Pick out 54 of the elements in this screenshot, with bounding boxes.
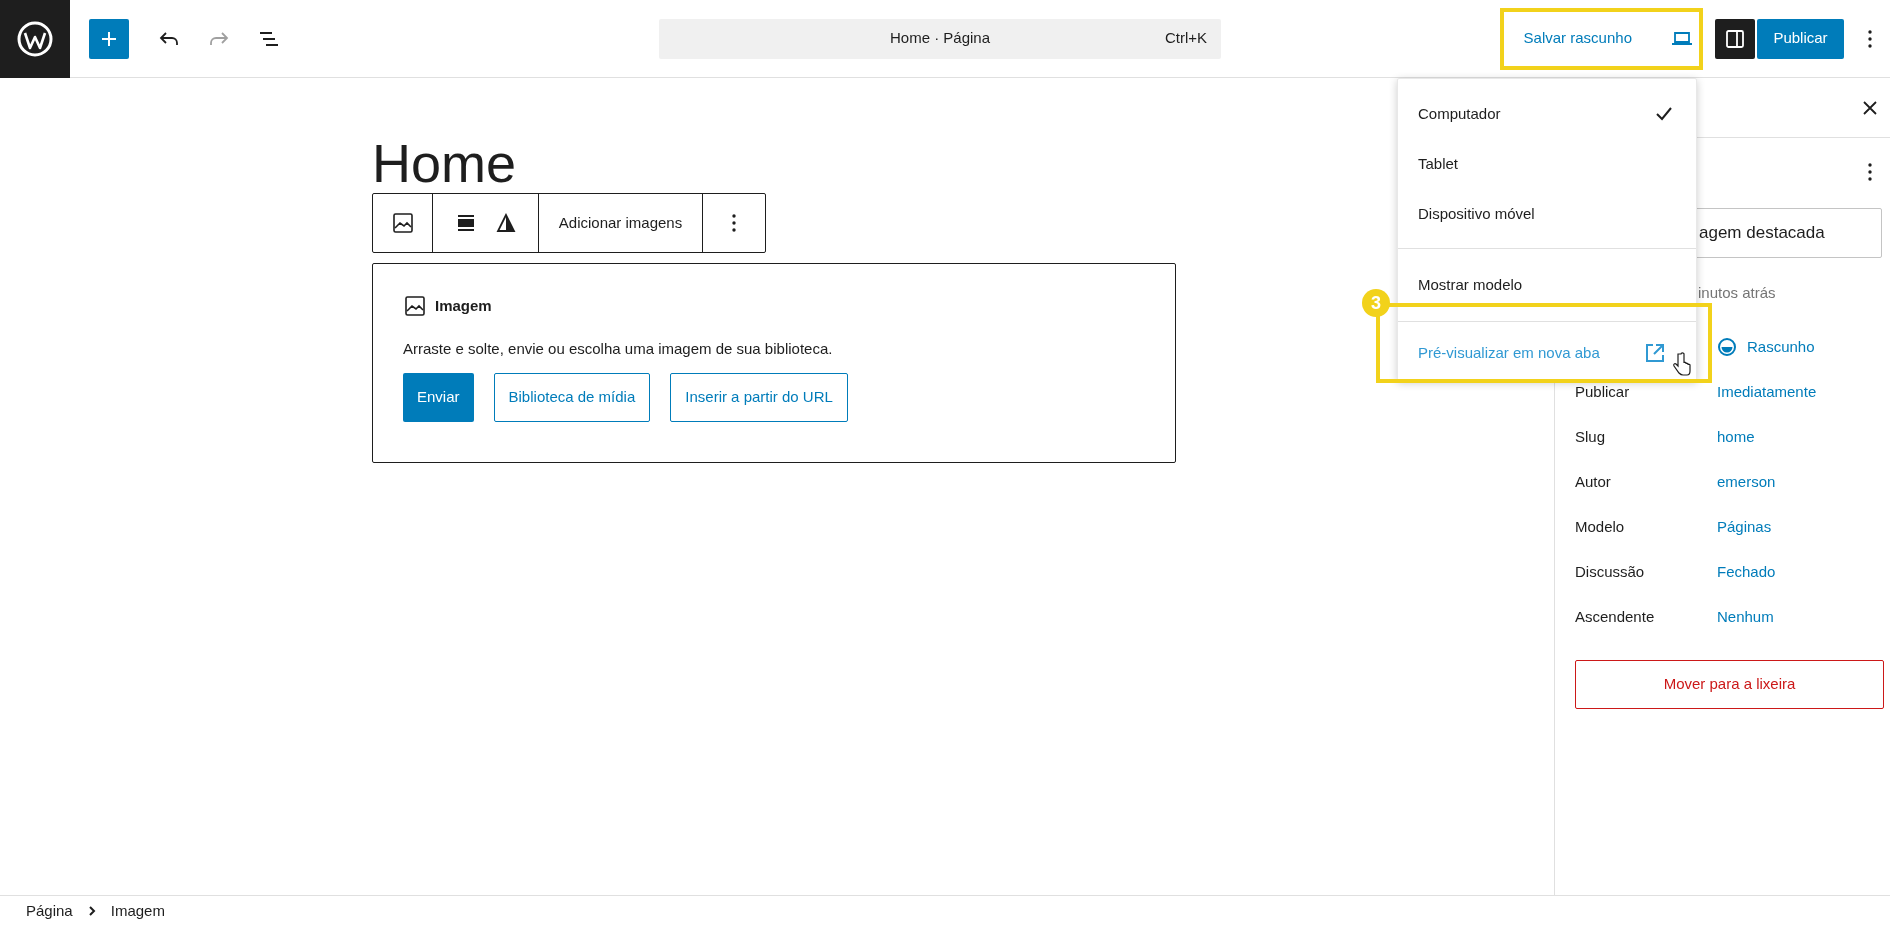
add-block-button[interactable] bbox=[89, 18, 129, 59]
menu-item[interactable]: Mostrar modelo bbox=[1398, 260, 1696, 310]
field-value-link[interactable]: Imediatamente bbox=[1717, 380, 1817, 404]
block-instructions: Arraste e solte, envie ou escolha uma imagem de sua biblioteca. bbox=[403, 339, 834, 359]
external-link-icon bbox=[1644, 342, 1666, 364]
step-badge: 3 bbox=[1362, 289, 1390, 317]
triangle-icon bbox=[495, 213, 516, 233]
move-to-trash-button[interactable]: Mover para a lixeira bbox=[1575, 659, 1884, 709]
block-heading: Imagem bbox=[435, 295, 492, 316]
menu-item[interactable]: Tablet bbox=[1398, 139, 1696, 189]
options-button[interactable] bbox=[1866, 160, 1874, 184]
save-draft-button[interactable]: Salvar rascunho bbox=[1513, 18, 1642, 59]
menu-item-label: Pré-visualizar em nova aba bbox=[1418, 342, 1600, 363]
align-center-icon bbox=[455, 213, 476, 233]
image-icon bbox=[390, 211, 415, 235]
chevron-right-icon bbox=[86, 905, 97, 917]
site-logo-button[interactable] bbox=[0, 0, 70, 78]
field-value-link[interactable]: Nenhum bbox=[1717, 605, 1774, 629]
field-value-link[interactable]: emerson bbox=[1717, 470, 1776, 494]
wordpress-logo-icon bbox=[16, 19, 54, 58]
breadcrumb-link[interactable]: Imagem bbox=[110, 899, 165, 923]
filter-button[interactable] bbox=[495, 213, 516, 233]
shortcut-hint: Ctrl+K bbox=[1164, 28, 1207, 49]
media-button[interactable]: Inserir a partir do URL bbox=[670, 372, 848, 422]
field-label: Autor bbox=[1575, 471, 1612, 492]
status-button[interactable]: Rascunho bbox=[1717, 335, 1815, 359]
document-title: Home · Página bbox=[889, 28, 991, 49]
field-value-link[interactable]: home bbox=[1717, 425, 1755, 449]
field-label: Discussão bbox=[1575, 561, 1646, 582]
field-value-link[interactable]: Fechado bbox=[1717, 560, 1776, 584]
upload-button[interactable]: Enviar bbox=[403, 372, 474, 422]
field-value-link[interactable]: Páginas bbox=[1717, 515, 1772, 539]
more-vertical-icon bbox=[1868, 163, 1872, 181]
field-label: Slug bbox=[1575, 426, 1607, 447]
align-button[interactable] bbox=[455, 213, 476, 233]
half-circle-icon bbox=[1717, 337, 1737, 357]
media-button[interactable]: Biblioteca de mídia bbox=[493, 372, 651, 422]
menu-item[interactable]: Computador bbox=[1398, 89, 1696, 139]
image-icon bbox=[403, 294, 427, 318]
publish-button[interactable]: Publicar bbox=[1757, 18, 1844, 59]
breadcrumb-link[interactable]: Página bbox=[26, 899, 73, 923]
page-title[interactable]: Home bbox=[372, 136, 517, 190]
more-vertical-icon bbox=[732, 214, 736, 232]
field-label: Modelo bbox=[1575, 516, 1626, 537]
hand-cursor-icon bbox=[1672, 352, 1692, 376]
command-bar[interactable]: Home · Página Ctrl+K bbox=[659, 18, 1221, 59]
field-label: Publicar bbox=[1575, 381, 1631, 402]
sidebar-icon bbox=[1724, 27, 1746, 50]
field-label: Ascendente bbox=[1575, 606, 1656, 627]
settings-toggle-button[interactable] bbox=[1715, 18, 1755, 59]
more-vertical-icon bbox=[1868, 29, 1872, 48]
close-icon bbox=[1863, 100, 1877, 115]
menu-item[interactable]: Pré-visualizar em nova aba bbox=[1398, 328, 1696, 378]
last-edited-text: inutos atrás bbox=[1698, 283, 1777, 303]
